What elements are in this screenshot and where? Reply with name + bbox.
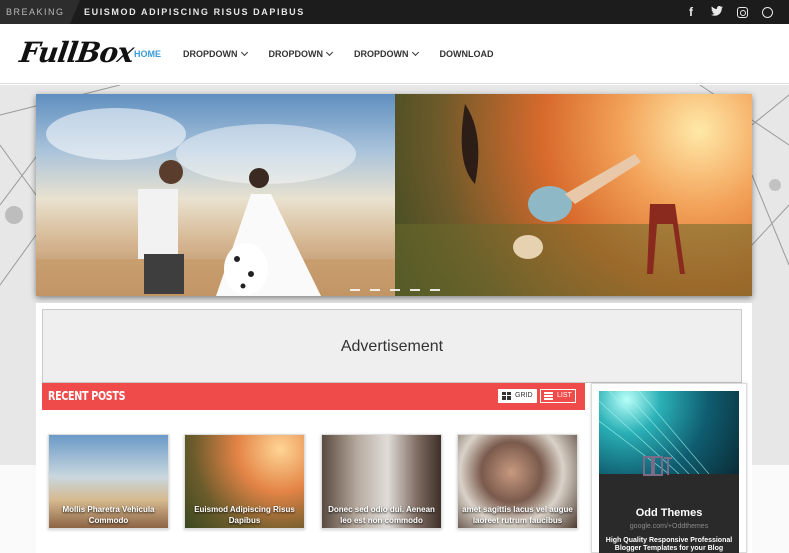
advertisement-label: Advertisement [340, 338, 444, 355]
nav-dropdown-2[interactable]: DROPDOWN [268, 48, 334, 59]
widget-url[interactable]: google.com/+Oddthemes [592, 523, 746, 530]
sponsor-widget: Odd Themes google.com/+Oddthemes High Qu… [591, 383, 747, 553]
dribbble-icon[interactable] [762, 6, 773, 18]
grid-icon [502, 392, 511, 400]
slider-pagination [350, 289, 440, 291]
post-card[interactable]: amet sagittis lacus vel augue laoreet ru… [457, 434, 578, 529]
recent-posts-title: RECENT POSTS [48, 389, 126, 403]
advertisement-box[interactable]: Advertisement [42, 309, 742, 383]
slider-dot[interactable] [390, 289, 400, 291]
facebook-icon[interactable]: f [685, 6, 697, 18]
slider-dot[interactable] [370, 289, 380, 291]
nav-dropdown-3[interactable]: DROPDOWN [354, 48, 419, 59]
slider-dot[interactable] [430, 289, 440, 291]
nav-label: DOWNLOAD [439, 49, 494, 59]
list-view-label: LIST [557, 392, 572, 399]
grid-view-label: GRID [515, 392, 533, 399]
social-links: f [685, 0, 773, 24]
grid-view-button[interactable]: GRID [498, 389, 537, 403]
post-card[interactable]: Euismod Adipiscing Risus Dapibus [184, 434, 305, 529]
ticker-headline[interactable]: EUISMOD ADIPISCING RISUS DAPIBUS [84, 0, 305, 24]
widget-tagline: High Quality Responsive Professional Blo… [605, 537, 733, 552]
nav-label: DROPDOWN [268, 49, 324, 59]
widget-title[interactable]: Odd Themes [592, 507, 746, 519]
recent-posts-header: RECENT POSTS GRID LIST [42, 383, 585, 410]
post-caption[interactable]: amet sagittis lacus vel augue laoreet ru… [462, 504, 573, 526]
instagram-icon[interactable] [737, 6, 748, 18]
main-content: Advertisement RECENT POSTS GRID LIST Mol… [36, 303, 752, 553]
main-nav: HOME DROPDOWN DROPDOWN DROPDOWN DOWNLOAD [134, 24, 516, 84]
post-caption[interactable]: Donec sed odio dui. Aenean leo est non c… [326, 504, 437, 526]
nav-dropdown-1[interactable]: DROPDOWN [183, 48, 248, 59]
post-caption[interactable]: Mollis Pharetra Vehicula Commodo [53, 504, 164, 526]
post-caption[interactable]: Euismod Adipiscing Risus Dapibus [189, 504, 300, 526]
chevron-down-icon [325, 48, 334, 57]
twitter-icon[interactable] [711, 5, 723, 19]
odd-themes-logo-icon[interactable] [643, 455, 673, 477]
list-icon [544, 392, 553, 400]
wedding-illustration [36, 108, 395, 296]
nav-label: DROPDOWN [354, 49, 409, 59]
nav-download[interactable]: DOWNLOAD [440, 49, 494, 59]
post-card[interactable]: Donec sed odio dui. Aenean leo est non c… [321, 434, 442, 529]
breaking-label: BREAKING [0, 0, 80, 24]
post-card[interactable]: Mollis Pharetra Vehicula Commodo [48, 434, 169, 529]
chevron-down-icon [411, 48, 419, 57]
chevron-down-icon [240, 48, 248, 57]
breaking-news-bar: BREAKING EUISMOD ADIPISCING RISUS DAPIBU… [0, 0, 789, 24]
nav-label: HOME [134, 49, 161, 59]
slider-dot[interactable] [410, 289, 420, 291]
site-header: FullBox HOME DROPDOWN DROPDOWN DROPDOWN … [0, 24, 789, 84]
featured-slider[interactable] [36, 94, 752, 296]
site-logo[interactable]: FullBox [18, 36, 136, 69]
slide-wedding-photo[interactable] [36, 94, 395, 296]
nav-label: DROPDOWN [183, 49, 238, 59]
nav-home[interactable]: HOME [134, 49, 161, 59]
list-view-button[interactable]: LIST [540, 389, 576, 403]
forest-illustration [395, 104, 752, 296]
slider-dot[interactable] [350, 289, 360, 291]
slide-forest-photo[interactable] [395, 94, 752, 296]
